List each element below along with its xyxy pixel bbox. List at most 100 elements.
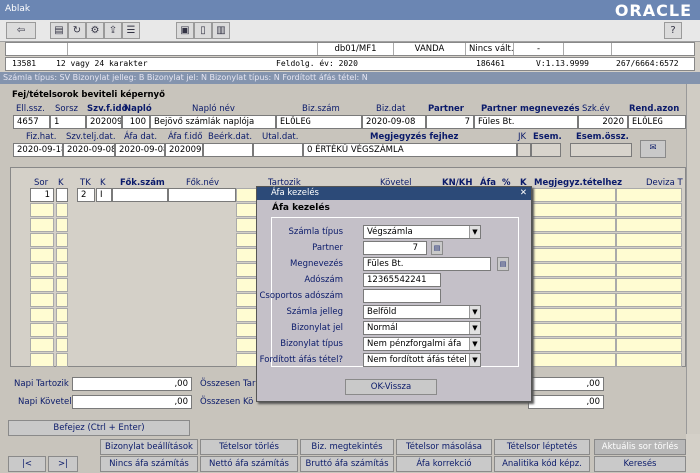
netto-afa-button[interactable]: Nettó áfa számítás	[200, 456, 298, 472]
grid-cell[interactable]	[616, 203, 682, 217]
dlg-jelleg-select[interactable]: Belföld ▼	[363, 305, 481, 319]
field-esem[interactable]	[531, 143, 561, 157]
grid-cell[interactable]	[56, 338, 68, 352]
export-icon[interactable]: ⇪	[104, 22, 122, 39]
grid-cell[interactable]	[616, 338, 682, 352]
field-esemossz[interactable]	[570, 143, 632, 157]
field-bizdat[interactable]: 2020-09-08	[362, 115, 426, 129]
last-record-button[interactable]: >|	[48, 456, 78, 472]
list-icon[interactable]: ☰	[122, 22, 140, 39]
grid-row-tk[interactable]: 2	[77, 188, 95, 202]
grid-cell[interactable]	[30, 338, 54, 352]
grid-cell[interactable]	[532, 188, 616, 202]
grid-cell[interactable]	[532, 278, 616, 292]
grid-cell[interactable]	[30, 263, 54, 277]
field-sorsz[interactable]: 1	[50, 115, 86, 129]
grid-cell[interactable]	[532, 353, 616, 367]
menu-ablak[interactable]: Ablak	[5, 4, 30, 14]
grid-cell[interactable]	[616, 188, 682, 202]
grid-cell[interactable]	[532, 233, 616, 247]
dlg-szamla-tipus-select[interactable]: Végszámla ▼	[363, 225, 481, 239]
print-icon[interactable]: ▤	[50, 22, 68, 39]
grid-cell[interactable]	[56, 323, 68, 337]
biz-megtekintes-button[interactable]: Biz. megtekintés	[300, 439, 394, 455]
grid-cell[interactable]	[532, 218, 616, 232]
grid-cell[interactable]	[30, 218, 54, 232]
dlg-adoszam-field[interactable]: 12365542241	[363, 273, 441, 287]
grid-cell[interactable]	[532, 293, 616, 307]
kereses-button[interactable]: Keresés	[594, 456, 686, 472]
grid-cell[interactable]	[56, 248, 68, 262]
grid-row-foknev[interactable]	[168, 188, 236, 202]
befejez-button[interactable]: Befejez (Ctrl + Enter)	[8, 420, 190, 436]
tetelsor-masolasa-button[interactable]: Tételsor másolása	[396, 439, 492, 455]
field-afafido[interactable]: 202009	[165, 143, 203, 157]
grid-cell[interactable]	[532, 338, 616, 352]
grid-cell[interactable]	[30, 248, 54, 262]
grid-cell[interactable]	[30, 323, 54, 337]
field-partnernev[interactable]: Füles Bt.	[474, 115, 578, 129]
nincs-afa-button[interactable]: Nincs áfa számítás	[100, 456, 198, 472]
megnevezes-lookup-icon[interactable]: ▤	[497, 257, 509, 271]
grid-row-k2[interactable]: I	[96, 188, 112, 202]
tetelsor-torles-button[interactable]: Tételsor törlés	[200, 439, 298, 455]
help-icon[interactable]: ?	[664, 22, 682, 39]
field-naplonev[interactable]: Bejövő számlák naplója	[150, 115, 276, 129]
grid-cell[interactable]	[616, 218, 682, 232]
field-partner[interactable]: 7	[426, 115, 474, 129]
bizonylat-beallitasok-button[interactable]: Bizonylat beállítások	[100, 439, 198, 455]
grid-cell[interactable]	[616, 263, 682, 277]
grid-cell[interactable]	[616, 323, 682, 337]
grid-cell[interactable]	[30, 308, 54, 322]
field-fizhat[interactable]: 2020-09-18	[13, 143, 63, 157]
grid-cell[interactable]	[532, 263, 616, 277]
grid-cell[interactable]	[56, 218, 68, 232]
brutto-afa-button[interactable]: Bruttó áfa számítás	[300, 456, 394, 472]
grid-cell[interactable]	[616, 308, 682, 322]
dlg-csoportos-field[interactable]	[363, 289, 441, 303]
grid-cell[interactable]	[56, 263, 68, 277]
close-icon[interactable]: ✕	[520, 187, 527, 200]
grid-cell[interactable]	[56, 293, 68, 307]
grid-row-k[interactable]	[56, 188, 68, 202]
grid-cell[interactable]	[532, 308, 616, 322]
field-afadat[interactable]: 2020-09-08	[115, 143, 165, 157]
clipboard-icon[interactable]: ▥	[212, 22, 230, 39]
config-icon[interactable]: ⚙	[86, 22, 104, 39]
grid-cell[interactable]	[616, 353, 682, 367]
first-record-button[interactable]: |<	[8, 456, 46, 472]
grid-cell[interactable]	[532, 203, 616, 217]
field-szv[interactable]: 202009	[86, 115, 122, 129]
dlg-partner-field[interactable]: 7	[363, 241, 427, 255]
grid-cell[interactable]	[532, 248, 616, 262]
aktualis-sor-torles-button[interactable]: Aktuális sor törlés	[594, 439, 686, 455]
field-szkev[interactable]: 2020	[578, 115, 628, 129]
grid-cell[interactable]	[30, 278, 54, 292]
grid-cell[interactable]	[616, 233, 682, 247]
grid-cell[interactable]	[30, 293, 54, 307]
grid-cell[interactable]	[532, 323, 616, 337]
ok-vissza-button[interactable]: OK-Vissza	[345, 379, 437, 395]
field-beerk[interactable]	[203, 143, 253, 157]
event-icon[interactable]: ✉	[640, 140, 666, 158]
dlg-tipus-select[interactable]: Nem pénzforgalmi áfa ▼	[363, 337, 481, 351]
grid-row-sor[interactable]: 1	[30, 188, 54, 202]
grid-cell[interactable]	[56, 353, 68, 367]
afa-korrekcio-button[interactable]: Áfa korrekció	[396, 456, 492, 472]
grid-cell[interactable]	[30, 353, 54, 367]
save-icon[interactable]: ▣	[176, 22, 194, 39]
grid-cell[interactable]	[56, 278, 68, 292]
vertical-scrollbar[interactable]	[686, 84, 700, 434]
grid-cell[interactable]	[56, 233, 68, 247]
field-szvtelj[interactable]: 2020-09-08	[63, 143, 115, 157]
field-megj[interactable]: 0 ÉRTÉKŰ VÉGSZÁMLA	[303, 143, 517, 157]
dlg-forditott-select[interactable]: Nem fordított áfás tétel ▼	[363, 353, 481, 367]
field-utal[interactable]	[253, 143, 303, 157]
dlg-jel-select[interactable]: Normál ▼	[363, 321, 481, 335]
grid-cell[interactable]	[56, 308, 68, 322]
field-ell[interactable]: 4657	[13, 115, 50, 129]
document-icon[interactable]: ▯	[194, 22, 212, 39]
grid-cell[interactable]	[56, 203, 68, 217]
grid-cell[interactable]	[616, 293, 682, 307]
field-bizszam[interactable]: ELŐLEG	[276, 115, 362, 129]
